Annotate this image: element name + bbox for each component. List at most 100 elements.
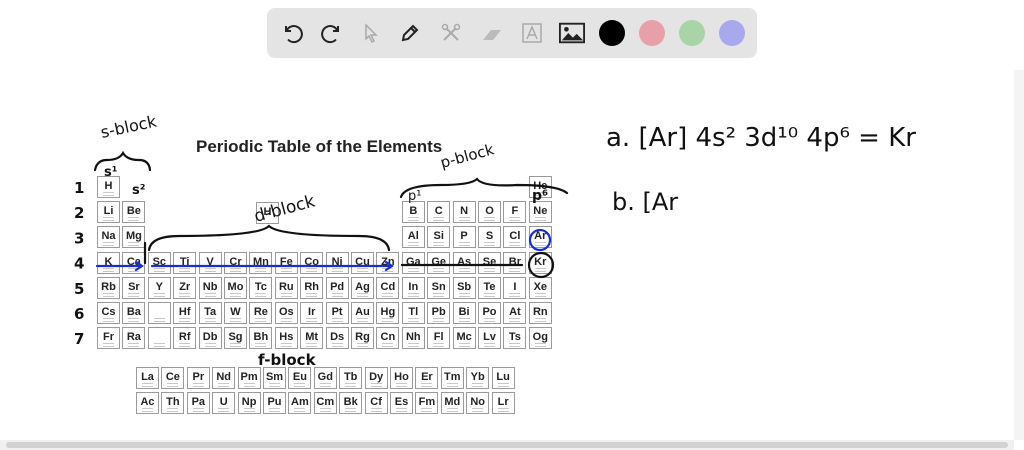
element-name-line xyxy=(294,411,306,412)
element-name-line xyxy=(153,321,165,322)
horizontal-scrollbar[interactable] xyxy=(0,440,1014,450)
element-name-line xyxy=(357,343,368,345)
element-name-line xyxy=(280,343,292,345)
select-icon[interactable] xyxy=(358,20,384,46)
element-name-line xyxy=(167,408,179,409)
element-name-line xyxy=(396,386,407,387)
element-symbol: Sm xyxy=(265,371,284,383)
element-cell: Ts xyxy=(503,327,527,350)
element-name-line xyxy=(433,220,445,222)
element-name-line xyxy=(306,346,318,348)
element-name-line xyxy=(534,295,546,297)
element-cell: Bi xyxy=(452,302,476,324)
element-name-line xyxy=(167,383,179,384)
element-cell: Ga xyxy=(401,251,425,274)
element-name-line xyxy=(484,292,495,294)
element-name-line xyxy=(407,242,419,244)
element-symbol: Pb xyxy=(431,306,446,318)
element-cell: La xyxy=(136,367,159,389)
d-block-brace xyxy=(147,224,391,252)
element-symbol: Tc xyxy=(254,280,267,293)
element-name-line xyxy=(153,343,165,345)
element-name-line xyxy=(433,267,445,269)
element-name-line xyxy=(472,383,484,384)
element-name-line xyxy=(103,195,114,196)
element-name-line xyxy=(269,411,280,412)
element-name-line xyxy=(128,220,140,222)
element-symbol: Am xyxy=(291,396,309,408)
color-green-swatch[interactable] xyxy=(679,20,705,46)
element-cell: W xyxy=(224,302,247,324)
element-symbol: Br xyxy=(508,255,521,268)
element-cell: Lv xyxy=(478,327,501,350)
element-name-line xyxy=(509,346,521,348)
element-name-line xyxy=(534,242,546,244)
image-icon[interactable] xyxy=(559,20,585,46)
element-cell: Ta xyxy=(198,302,222,324)
element-symbol: He xyxy=(533,180,548,192)
tools-icon[interactable] xyxy=(438,20,464,46)
element-cell: B xyxy=(401,201,425,224)
element-symbol: Og xyxy=(532,331,548,344)
element-name-line xyxy=(103,217,114,219)
undo-icon[interactable] xyxy=(279,20,305,46)
s-block-brace xyxy=(93,150,152,172)
scrollbar-thumb[interactable] xyxy=(6,442,1008,448)
element-name-line xyxy=(357,346,368,348)
element-name-line xyxy=(230,318,241,319)
element-cell: Y xyxy=(147,276,171,299)
element-name-line xyxy=(179,321,191,322)
element-symbol: Xe xyxy=(533,280,548,293)
color-red-swatch[interactable] xyxy=(639,20,665,46)
element-name-line xyxy=(319,386,331,387)
color-purple-swatch[interactable] xyxy=(719,20,745,46)
element-name-line xyxy=(407,343,419,345)
element-cell: Pb xyxy=(427,302,451,324)
element-name-line xyxy=(421,383,433,384)
element-name-line xyxy=(484,321,495,322)
element-name-line xyxy=(534,192,546,193)
element-symbol: Fr xyxy=(103,331,114,344)
element-name-line xyxy=(484,245,495,247)
element-name-line xyxy=(306,292,318,294)
element-cell: Cd xyxy=(376,276,400,299)
element-symbol: Pr xyxy=(192,371,205,383)
element-cell: Pd xyxy=(325,276,349,299)
element-symbol: Cr xyxy=(229,255,242,268)
element-cell: Tm xyxy=(440,367,464,389)
element-symbol: C xyxy=(434,205,443,218)
element-name-line xyxy=(458,346,470,348)
eraser-icon[interactable] xyxy=(479,20,505,46)
element-cell: P xyxy=(452,226,476,249)
element-name-line xyxy=(497,383,509,384)
element-symbol: Te xyxy=(483,280,496,293)
color-black-swatch[interactable] xyxy=(599,20,625,46)
element-name-line xyxy=(407,292,419,294)
element-cell: Nh xyxy=(401,327,425,350)
element-symbol: Sn xyxy=(431,280,446,293)
element-name-line xyxy=(179,267,191,269)
element-name-line xyxy=(382,318,394,319)
element-cell: Re xyxy=(249,302,273,324)
element-name-line xyxy=(103,292,114,294)
element-cell: Tb xyxy=(339,367,363,389)
element-name-line xyxy=(331,346,343,348)
element-symbol: Hg xyxy=(380,306,396,318)
redo-icon[interactable] xyxy=(319,20,345,46)
element-name-line xyxy=(534,321,546,322)
element-cell: Mt xyxy=(300,327,324,350)
element-cell: Pt xyxy=(325,302,349,324)
text-icon[interactable] xyxy=(519,20,545,46)
vertical-scrollbar[interactable] xyxy=(1014,70,1024,440)
element-symbol: As xyxy=(457,255,472,268)
element-symbol: Tm xyxy=(444,371,461,383)
element-name-line xyxy=(458,295,470,297)
element-cell: As xyxy=(452,251,476,274)
element-name-line xyxy=(204,292,216,294)
element-name-line xyxy=(192,383,204,384)
element-name-line xyxy=(370,408,382,409)
element-name-line xyxy=(128,295,140,297)
element-cell: Cn xyxy=(376,327,400,350)
element-name-line xyxy=(331,343,343,345)
pen-icon[interactable] xyxy=(397,20,423,46)
